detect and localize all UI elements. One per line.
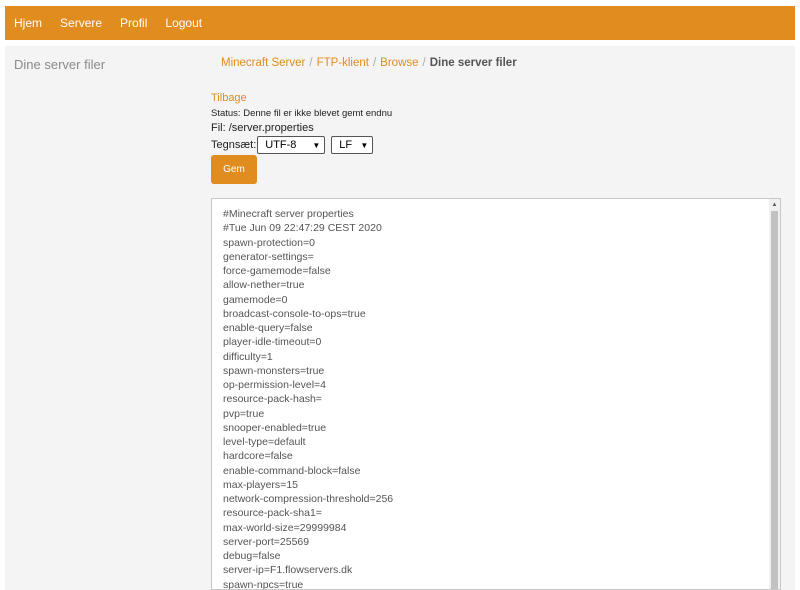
save-button[interactable]: Gem: [211, 155, 257, 184]
nav-home[interactable]: Hjem: [14, 16, 42, 30]
editor-line: #Minecraft server properties: [223, 208, 354, 220]
editor-line: enable-command-block=false: [223, 464, 361, 477]
editor-line: hardcore=false: [223, 450, 293, 463]
nav-servers[interactable]: Servere: [60, 16, 102, 30]
line-ending-select[interactable]: LF ▼: [331, 136, 374, 154]
nav-logout[interactable]: Logout: [165, 16, 202, 30]
editor-line: server-ip=F1.flowservers.dk: [223, 564, 353, 577]
breadcrumb-ftp-client[interactable]: FTP-klient: [317, 57, 369, 69]
editor-line: max-world-size=29999984: [223, 521, 347, 534]
editor-line: spawn-protection=0: [223, 236, 315, 249]
status-text: Status: Denne fil er ikke blevet gemt en…: [211, 108, 393, 119]
breadcrumb-minecraft-server[interactable]: Minecraft Server: [221, 57, 305, 69]
editor-line: generator-settings=: [223, 250, 314, 263]
nav-profile[interactable]: Profil: [120, 16, 147, 30]
charset-select-value: UTF-8: [265, 139, 297, 151]
breadcrumb-separator: /: [422, 57, 426, 69]
back-link[interactable]: Tilbage: [211, 92, 247, 104]
file-editor-textarea[interactable]: #Minecraft server properties #Tue Jun 09 …: [211, 198, 781, 590]
editor-line: server-port=25569: [223, 535, 310, 548]
editor-line: resource-pack-sha1=: [223, 507, 322, 520]
editor-line: resource-pack-hash=: [223, 393, 322, 406]
editor-line: max-players=15: [223, 478, 298, 491]
breadcrumb-browse[interactable]: Browse: [380, 57, 418, 69]
editor-line: op-permission-level=4: [223, 379, 327, 391]
editor-line: spawn-monsters=true: [223, 364, 325, 377]
editor-scrollbar[interactable]: ▲: [769, 199, 780, 589]
editor-line: pvp=true: [223, 407, 265, 420]
sidebar-title: Dine server filer: [14, 57, 106, 72]
editor-line: spawn-npcs=true: [223, 578, 304, 590]
breadcrumb-separator: /: [372, 57, 377, 69]
page-body: Dine server filer Minecraft Server / FTP-k…: [5, 46, 795, 590]
chevron-down-icon: ▼: [312, 140, 321, 150]
editor-line: level-type=default: [223, 436, 306, 448]
editor-line: force-gamemode=false: [223, 265, 331, 277]
breadcrumb: Minecraft Server / FTP-klient / Browse / Dine …: [221, 57, 517, 69]
editor-line: gamemode=0: [223, 293, 288, 306]
editor-line: snooper-enabled=true: [223, 421, 327, 434]
line-ending-select-value: LF: [339, 139, 353, 151]
breadcrumb-separator: /: [309, 57, 313, 69]
editor-line: broadcast-console-to-ops=true: [223, 307, 366, 320]
editor-line: debug=false: [223, 550, 281, 562]
editor-line: difficulty=1: [223, 350, 273, 363]
charset-select[interactable]: UTF-8 ▼: [257, 136, 326, 154]
editor-line: #Tue Jun 09 22:47:29 CEST 2020: [223, 222, 382, 235]
editor-line: player-idle-timeout=0: [223, 336, 322, 349]
editor-content: #Minecraft server properties #Tue Jun 09 …: [223, 207, 394, 590]
editor-line: enable-query=false: [223, 322, 313, 334]
charset-label: Tegnsæt:: [211, 139, 257, 151]
charset-row: Tegnsæt: UTF-8 ▼ LF ▼: [211, 136, 374, 154]
breadcrumb-current: Dine server filer: [429, 57, 517, 69]
top-navbar: Hjem Servere Profil Logout: [5, 6, 795, 40]
editor-line: network-compression-threshold=256: [223, 493, 394, 505]
editor-line: allow-nether=true: [223, 279, 305, 292]
file-path: Fil: /server.properties: [211, 122, 314, 134]
scroll-up-arrow-icon[interactable]: ▲: [769, 199, 780, 210]
chevron-down-icon: ▼: [360, 140, 369, 150]
scroll-thumb[interactable]: [771, 211, 778, 589]
